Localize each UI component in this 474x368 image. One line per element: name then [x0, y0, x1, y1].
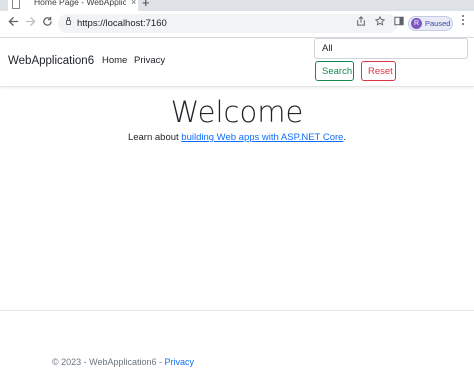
profile-status: Paused	[425, 19, 451, 28]
learn-prefix: Learn about	[127, 132, 182, 143]
aspnet-docs-link[interactable]: building Web apps with ASP.NET Core	[181, 132, 343, 143]
nav-link-home[interactable]: Home	[102, 55, 127, 67]
address-bar[interactable]: https://localhost:7160	[58, 14, 398, 33]
browser-tab-strip: Home Page - WebApplication6 × +	[0, 0, 474, 11]
kebab-menu-icon[interactable]	[462, 15, 465, 27]
bookmark-star-icon[interactable]	[374, 15, 386, 31]
back-arrow-icon[interactable]	[8, 15, 19, 31]
site-navbar: WebApplication6 Home Privacy All Search …	[0, 38, 474, 87]
page-title: Welcome	[170, 95, 304, 129]
tab-close-icon[interactable]: ×	[131, 0, 136, 8]
new-tab-button[interactable]: +	[142, 0, 150, 9]
forward-arrow-icon[interactable]	[25, 15, 36, 31]
web-page: WebApplication6 Home Privacy All Search …	[0, 38, 474, 367]
search-button[interactable]: Search	[315, 61, 354, 81]
footer-privacy-link[interactable]: Privacy	[165, 357, 195, 367]
lock-icon[interactable]	[66, 17, 71, 25]
browser-toolbar: https://localhost:7160 R Paused	[0, 11, 474, 38]
browser-tab[interactable]: Home Page - WebApplication6 ×	[8, 0, 138, 11]
footer-text: © 2023 - WebApplication6 -	[52, 357, 165, 367]
page-favicon-icon	[12, 0, 20, 9]
reload-icon[interactable]	[42, 15, 53, 31]
filter-select[interactable]: All	[314, 38, 468, 59]
footer-divider	[0, 310, 474, 311]
site-footer: © 2023 - WebApplication6 - Privacy	[52, 356, 194, 368]
learn-suffix: .	[343, 132, 347, 143]
site-brand[interactable]: WebApplication6	[8, 54, 94, 68]
url-text[interactable]: https://localhost:7160	[77, 17, 167, 30]
share-icon[interactable]	[356, 16, 366, 31]
reset-button[interactable]: Reset	[361, 61, 396, 81]
avatar: R	[411, 18, 422, 29]
side-panel-icon[interactable]	[394, 16, 404, 31]
filter-select-value: All	[322, 43, 333, 54]
learn-text: Learn about building Web apps with ASP.N…	[0, 132, 474, 144]
nav-link-privacy[interactable]: Privacy	[134, 55, 165, 67]
profile-button[interactable]: R Paused	[408, 16, 453, 31]
tab-title: Home Page - WebApplication6	[34, 0, 126, 7]
